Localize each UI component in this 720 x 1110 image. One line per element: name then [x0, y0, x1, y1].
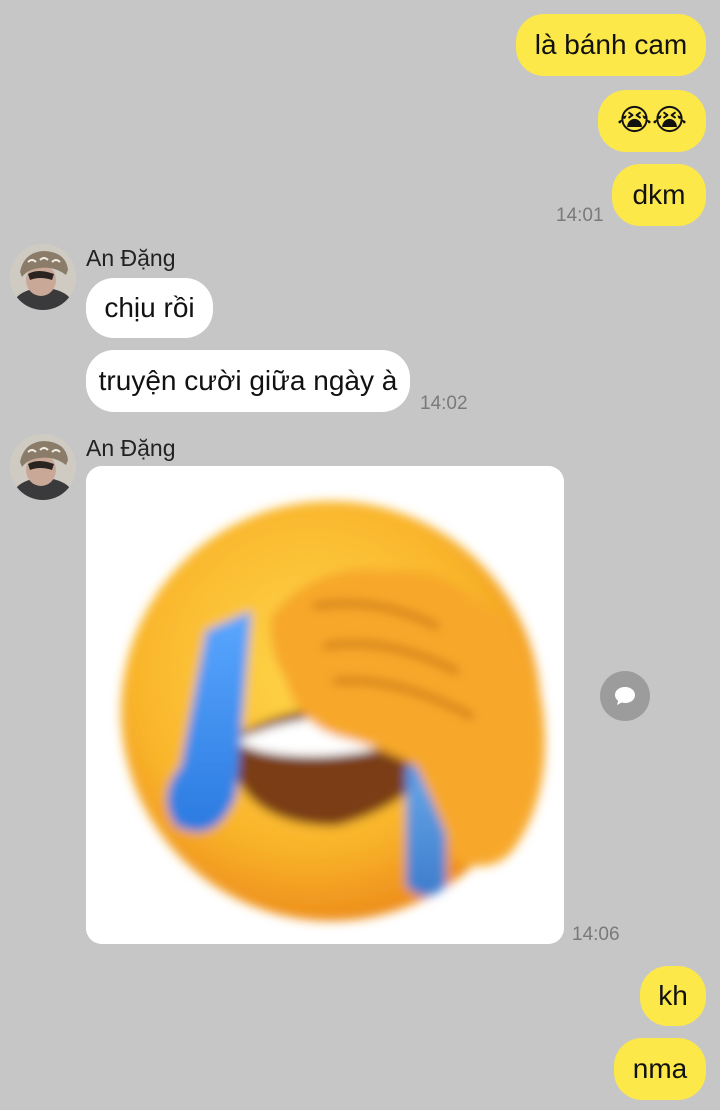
avatar[interactable] [10, 434, 76, 500]
crying-emoji-icon: 😭😭 [616, 104, 688, 137]
message-text: kh [658, 980, 688, 1011]
image-message[interactable] [86, 466, 564, 944]
message-text: là bánh cam [534, 29, 688, 60]
outgoing-message[interactable]: dkm [612, 164, 706, 226]
avatar-photo-icon [10, 244, 76, 310]
message-text: truyện cười giữa ngày à [98, 365, 398, 396]
message-text: nma [632, 1053, 688, 1084]
sender-name: An Đặng [86, 435, 176, 461]
sender-name: An Đặng [86, 245, 176, 271]
message-timestamp: 14:01 [556, 205, 604, 226]
incoming-message[interactable]: truyện cười giữa ngày à [86, 350, 410, 412]
message-text: chịu rồi [104, 292, 195, 323]
message-timestamp: 14:06 [572, 924, 620, 945]
message-text: dkm [632, 179, 686, 210]
message-timestamp: 14:02 [420, 393, 468, 414]
share-button[interactable] [600, 671, 650, 721]
outgoing-message[interactable]: nma [614, 1038, 706, 1100]
outgoing-emoji-message[interactable]: 😭😭 [598, 90, 706, 152]
outgoing-message[interactable]: kh [640, 966, 706, 1026]
share-bubble-icon [615, 687, 635, 705]
avatar[interactable] [10, 244, 76, 310]
outgoing-message[interactable]: là bánh cam [516, 14, 706, 76]
facepalm-crying-emoji-sticker [86, 466, 564, 944]
avatar-photo-icon [10, 434, 76, 500]
chat-thread: là bánh cam 😭😭 dkm 14:01 An Đặng chịu rồ… [0, 0, 720, 1110]
incoming-message[interactable]: chịu rồi [86, 278, 213, 338]
